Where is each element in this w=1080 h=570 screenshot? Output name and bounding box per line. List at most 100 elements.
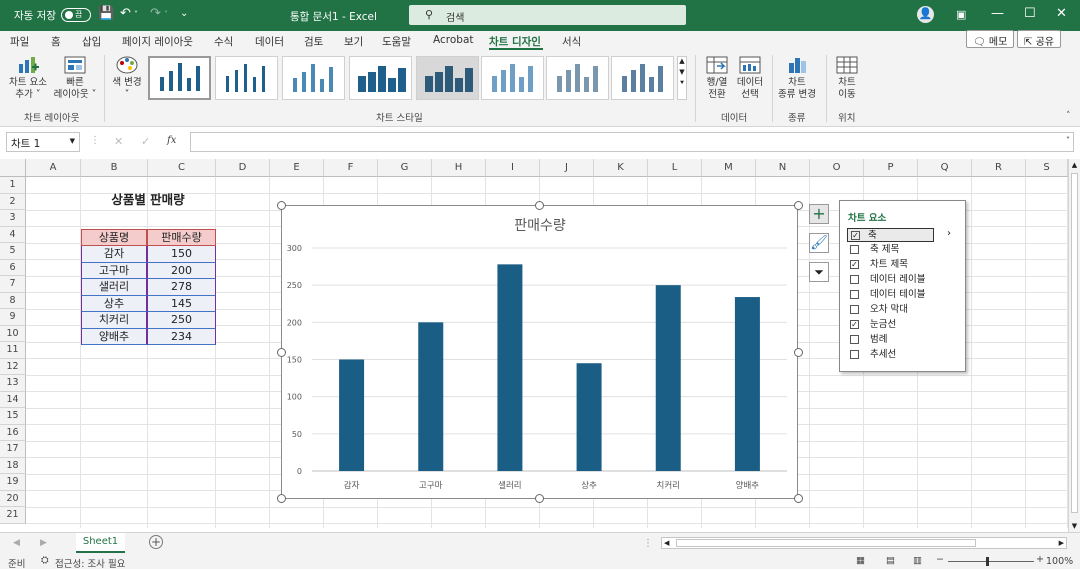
row-header-15[interactable]: 15 — [0, 408, 26, 425]
formula-input[interactable] — [190, 132, 1074, 152]
column-header-O[interactable]: O — [810, 159, 864, 177]
quick-layout-button[interactable]: 빠른 레이아웃 ˅ — [52, 55, 98, 101]
column-header-C[interactable]: C — [148, 159, 216, 177]
row-header-8[interactable]: 8 — [0, 292, 26, 309]
zoom-slider-thumb[interactable] — [986, 557, 989, 566]
save-icon[interactable]: 💾 — [98, 6, 114, 21]
tab-chart-design[interactable]: 차트 디자인 — [489, 34, 541, 49]
column-header-F[interactable]: F — [324, 159, 378, 177]
row-header-7[interactable]: 7 — [0, 276, 26, 293]
chart-element-item[interactable]: ✓ 축 — [847, 228, 934, 242]
gallery-down-icon[interactable]: ▼ — [678, 68, 686, 76]
add-chart-element-button[interactable]: 차트 요소 추가 ˅ — [6, 55, 50, 101]
table-cell-quantity[interactable]: 145 — [147, 295, 216, 312]
column-header-H[interactable]: H — [432, 159, 486, 177]
tab-insert[interactable]: 삽입 — [82, 34, 101, 49]
sheet-next-icon[interactable]: ▶ — [40, 538, 47, 548]
row-header-11[interactable]: 11 — [0, 342, 26, 359]
cancel-icon[interactable]: ✕ — [114, 135, 123, 148]
resize-handle-w[interactable] — [277, 348, 286, 357]
sheet-prev-icon[interactable]: ◀ — [13, 538, 20, 548]
table-cell-quantity[interactable]: 150 — [147, 246, 216, 263]
column-header-A[interactable]: A — [26, 159, 81, 177]
header-product[interactable]: 상품명 — [81, 229, 147, 246]
tab-acrobat[interactable]: Acrobat — [433, 34, 474, 46]
chart-style-8[interactable] — [611, 56, 674, 100]
tab-formulas[interactable]: 수식 — [214, 34, 233, 49]
checkbox[interactable] — [850, 335, 859, 344]
row-header-4[interactable]: 4 — [0, 226, 26, 243]
row-header-18[interactable]: 18 — [0, 457, 26, 474]
resize-handle-sw[interactable] — [277, 494, 286, 503]
checkbox[interactable]: ✓ — [850, 260, 859, 269]
bar-상추[interactable] — [576, 363, 602, 471]
page-layout-view-icon[interactable]: ▤ — [886, 555, 895, 566]
tab-data[interactable]: 데이터 — [255, 34, 284, 49]
close-icon[interactable]: ✕ — [1056, 6, 1067, 21]
row-header-13[interactable]: 13 — [0, 375, 26, 392]
column-header-P[interactable]: P — [864, 159, 918, 177]
bar-양배추[interactable] — [734, 297, 760, 471]
undo-icon[interactable]: ↶ — [120, 6, 131, 21]
row-header-1[interactable]: 1 — [0, 177, 26, 194]
account-avatar[interactable]: 👤 — [917, 6, 934, 23]
row-header-6[interactable]: 6 — [0, 259, 26, 276]
maximize-icon[interactable]: ☐ — [1024, 6, 1036, 21]
hscroll-right-icon[interactable]: ▶ — [1059, 539, 1064, 547]
row-header-20[interactable]: 20 — [0, 490, 26, 507]
minimize-icon[interactable]: — — [991, 6, 1004, 21]
row-header-16[interactable]: 16 — [0, 424, 26, 441]
checkbox[interactable] — [850, 275, 859, 284]
hscroll-left-icon[interactable]: ◀ — [664, 539, 669, 547]
resize-handle-e[interactable] — [794, 348, 803, 357]
page-break-view-icon[interactable]: ▥ — [913, 555, 922, 566]
tab-format[interactable]: 서식 — [562, 34, 581, 49]
zoom-in-icon[interactable]: + — [1036, 554, 1044, 565]
tab-review[interactable]: 검토 — [304, 34, 323, 49]
chart-style-3[interactable] — [282, 56, 345, 100]
name-box[interactable]: 차트 1 ▼ — [6, 132, 80, 152]
column-header-I[interactable]: I — [486, 159, 540, 177]
table-cell-product[interactable]: 샐러리 — [81, 279, 147, 296]
row-header-19[interactable]: 19 — [0, 474, 26, 491]
zoom-slider-track[interactable] — [948, 561, 1034, 562]
sheet-tab-sheet1[interactable]: Sheet1 — [76, 533, 125, 553]
row-header-2[interactable]: 2 — [0, 193, 26, 210]
chart-title[interactable]: 판매수량 — [514, 218, 566, 234]
column-header-B[interactable]: B — [81, 159, 148, 177]
gallery-more-icon[interactable]: ⯆ — [678, 79, 686, 88]
bar-감자[interactable] — [339, 359, 365, 472]
checkbox[interactable] — [850, 350, 859, 359]
bar-치커리[interactable] — [655, 285, 681, 471]
expand-formula-bar-icon[interactable]: ˅ — [1066, 136, 1070, 145]
chart-area[interactable]: 판매수량 0 50 100 150 200 250 300 감자 고구마 샐러리 상추 치커리 양배추 — [281, 205, 798, 499]
select-data-button[interactable]: 데이터 선택 — [734, 55, 766, 101]
bar-고구마[interactable] — [418, 322, 444, 471]
checkbox[interactable] — [850, 305, 859, 314]
chart-style-2[interactable] — [215, 56, 278, 100]
column-header-G[interactable]: G — [378, 159, 432, 177]
row-header-14[interactable]: 14 — [0, 391, 26, 408]
tab-page-layout[interactable]: 페이지 레이아웃 — [122, 34, 193, 49]
enter-icon[interactable]: ✓ — [141, 135, 150, 148]
search-box[interactable]: ⚲ 검색 — [409, 5, 686, 25]
header-quantity[interactable]: 판매수량 — [147, 229, 216, 246]
switch-row-column-button[interactable]: 행/열 전환 — [700, 55, 734, 101]
resize-handle-ne[interactable] — [794, 201, 803, 210]
tab-view[interactable]: 보기 — [344, 34, 363, 49]
chart-elements-button[interactable]: + — [809, 204, 829, 224]
horizontal-scrollbar[interactable]: ◀ ▶ — [661, 537, 1067, 549]
row-header-9[interactable]: 9 — [0, 309, 26, 326]
row-header-12[interactable]: 12 — [0, 358, 26, 375]
gallery-scroll[interactable]: ▲ ▼ ⯆ — [677, 56, 687, 100]
table-cell-quantity[interactable]: 200 — [147, 262, 216, 279]
resize-handle-nw[interactable] — [277, 201, 286, 210]
scroll-up-icon[interactable]: ▲ — [1069, 161, 1080, 169]
column-header-M[interactable]: M — [702, 159, 756, 177]
table-cell-quantity[interactable]: 278 — [147, 279, 216, 296]
hscroll-thumb[interactable] — [676, 539, 976, 547]
add-sheet-icon[interactable]: + — [149, 535, 163, 549]
column-header-D[interactable]: D — [216, 159, 270, 177]
move-chart-button[interactable]: 차트 이동 — [830, 55, 864, 101]
row-header-17[interactable]: 17 — [0, 441, 26, 458]
